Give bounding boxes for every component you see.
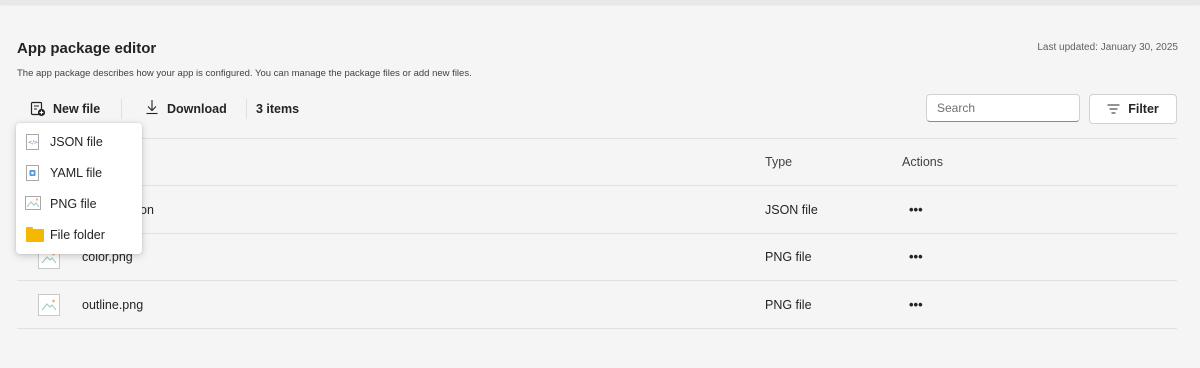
file-name[interactable]: on [140, 203, 154, 217]
folder-icon [26, 226, 44, 242]
download-label: Download [167, 102, 227, 116]
menu-item-png-file[interactable]: PNG file [16, 189, 142, 219]
filter-label: Filter [1128, 102, 1159, 116]
file-name[interactable]: outline.png [82, 298, 143, 312]
menu-item-json-file[interactable]: </> JSON file [16, 127, 142, 157]
file-type: PNG file [765, 250, 812, 264]
table-divider [17, 280, 1177, 281]
page-title: App package editor [17, 40, 157, 57]
table-divider [17, 185, 1177, 186]
top-bar [0, 0, 1200, 4]
png-file-icon [25, 196, 41, 212]
menu-item-yaml-file[interactable]: YAML file [16, 158, 142, 188]
file-type: PNG file [765, 298, 812, 312]
table-divider [17, 233, 1177, 234]
more-actions-button[interactable]: ••• [909, 202, 923, 217]
last-updated-text: Last updated: January 30, 2025 [1037, 42, 1178, 53]
new-file-button[interactable]: New file [30, 100, 100, 118]
menu-item-label: YAML file [50, 166, 103, 180]
download-icon [145, 99, 159, 119]
svg-text:</>: </> [28, 140, 38, 146]
menu-item-label: File folder [50, 228, 105, 242]
menu-item-label: PNG file [50, 197, 97, 211]
yaml-file-icon [26, 165, 40, 181]
new-file-label: New file [53, 102, 101, 116]
item-count: 3 items [256, 102, 300, 116]
filter-icon [1107, 102, 1120, 117]
menu-item-label: JSON file [50, 135, 103, 149]
table-top-divider [17, 138, 1177, 139]
download-button[interactable]: Download [145, 100, 227, 118]
search-input[interactable] [926, 94, 1080, 122]
menu-item-file-folder[interactable]: File folder [16, 220, 142, 250]
column-header-actions: Actions [902, 155, 943, 169]
page-description: The app package describes how your app i… [17, 68, 472, 79]
filter-button[interactable]: Filter [1089, 94, 1177, 124]
new-file-icon [30, 101, 46, 117]
table-divider [17, 328, 1177, 329]
column-header-type[interactable]: Type [765, 155, 792, 169]
json-file-icon: </> [26, 134, 40, 150]
toolbar-divider [246, 99, 247, 119]
more-actions-button[interactable]: ••• [909, 297, 923, 312]
file-type: JSON file [765, 203, 818, 217]
more-actions-button[interactable]: ••• [909, 249, 923, 264]
new-file-menu: </> JSON file YAML file PNG file File fo… [16, 123, 142, 254]
png-file-icon [38, 294, 60, 316]
toolbar-divider [121, 99, 122, 119]
